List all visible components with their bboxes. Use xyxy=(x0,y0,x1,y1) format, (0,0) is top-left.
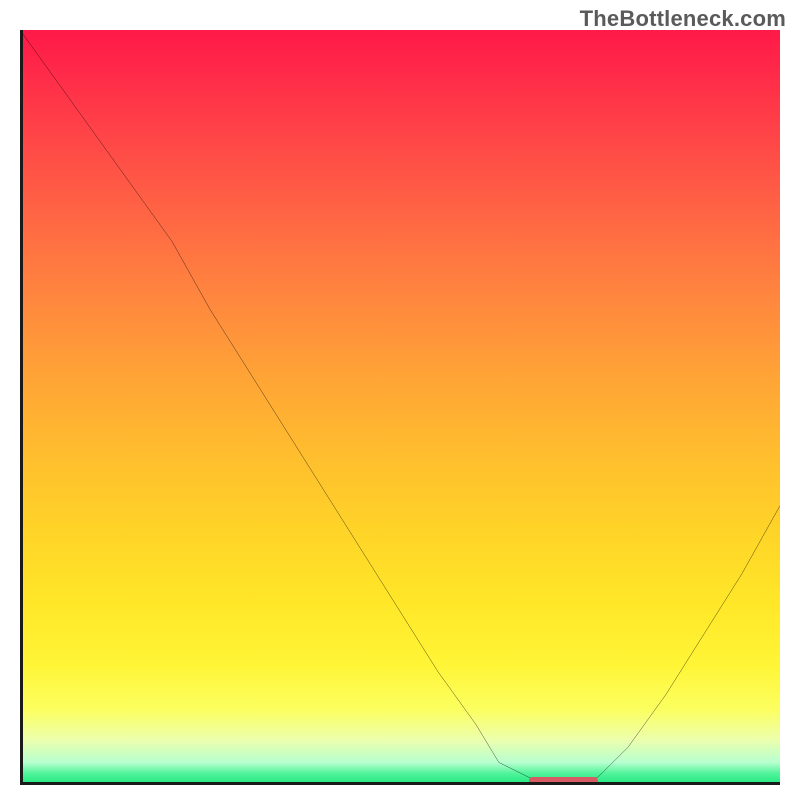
plot-area xyxy=(20,30,780,785)
watermark-text: TheBottleneck.com xyxy=(580,6,786,32)
curve-layer xyxy=(20,30,780,785)
bottleneck-curve xyxy=(20,30,780,785)
chart-container: TheBottleneck.com xyxy=(0,0,800,800)
x-axis xyxy=(20,782,780,785)
y-axis xyxy=(20,30,23,785)
